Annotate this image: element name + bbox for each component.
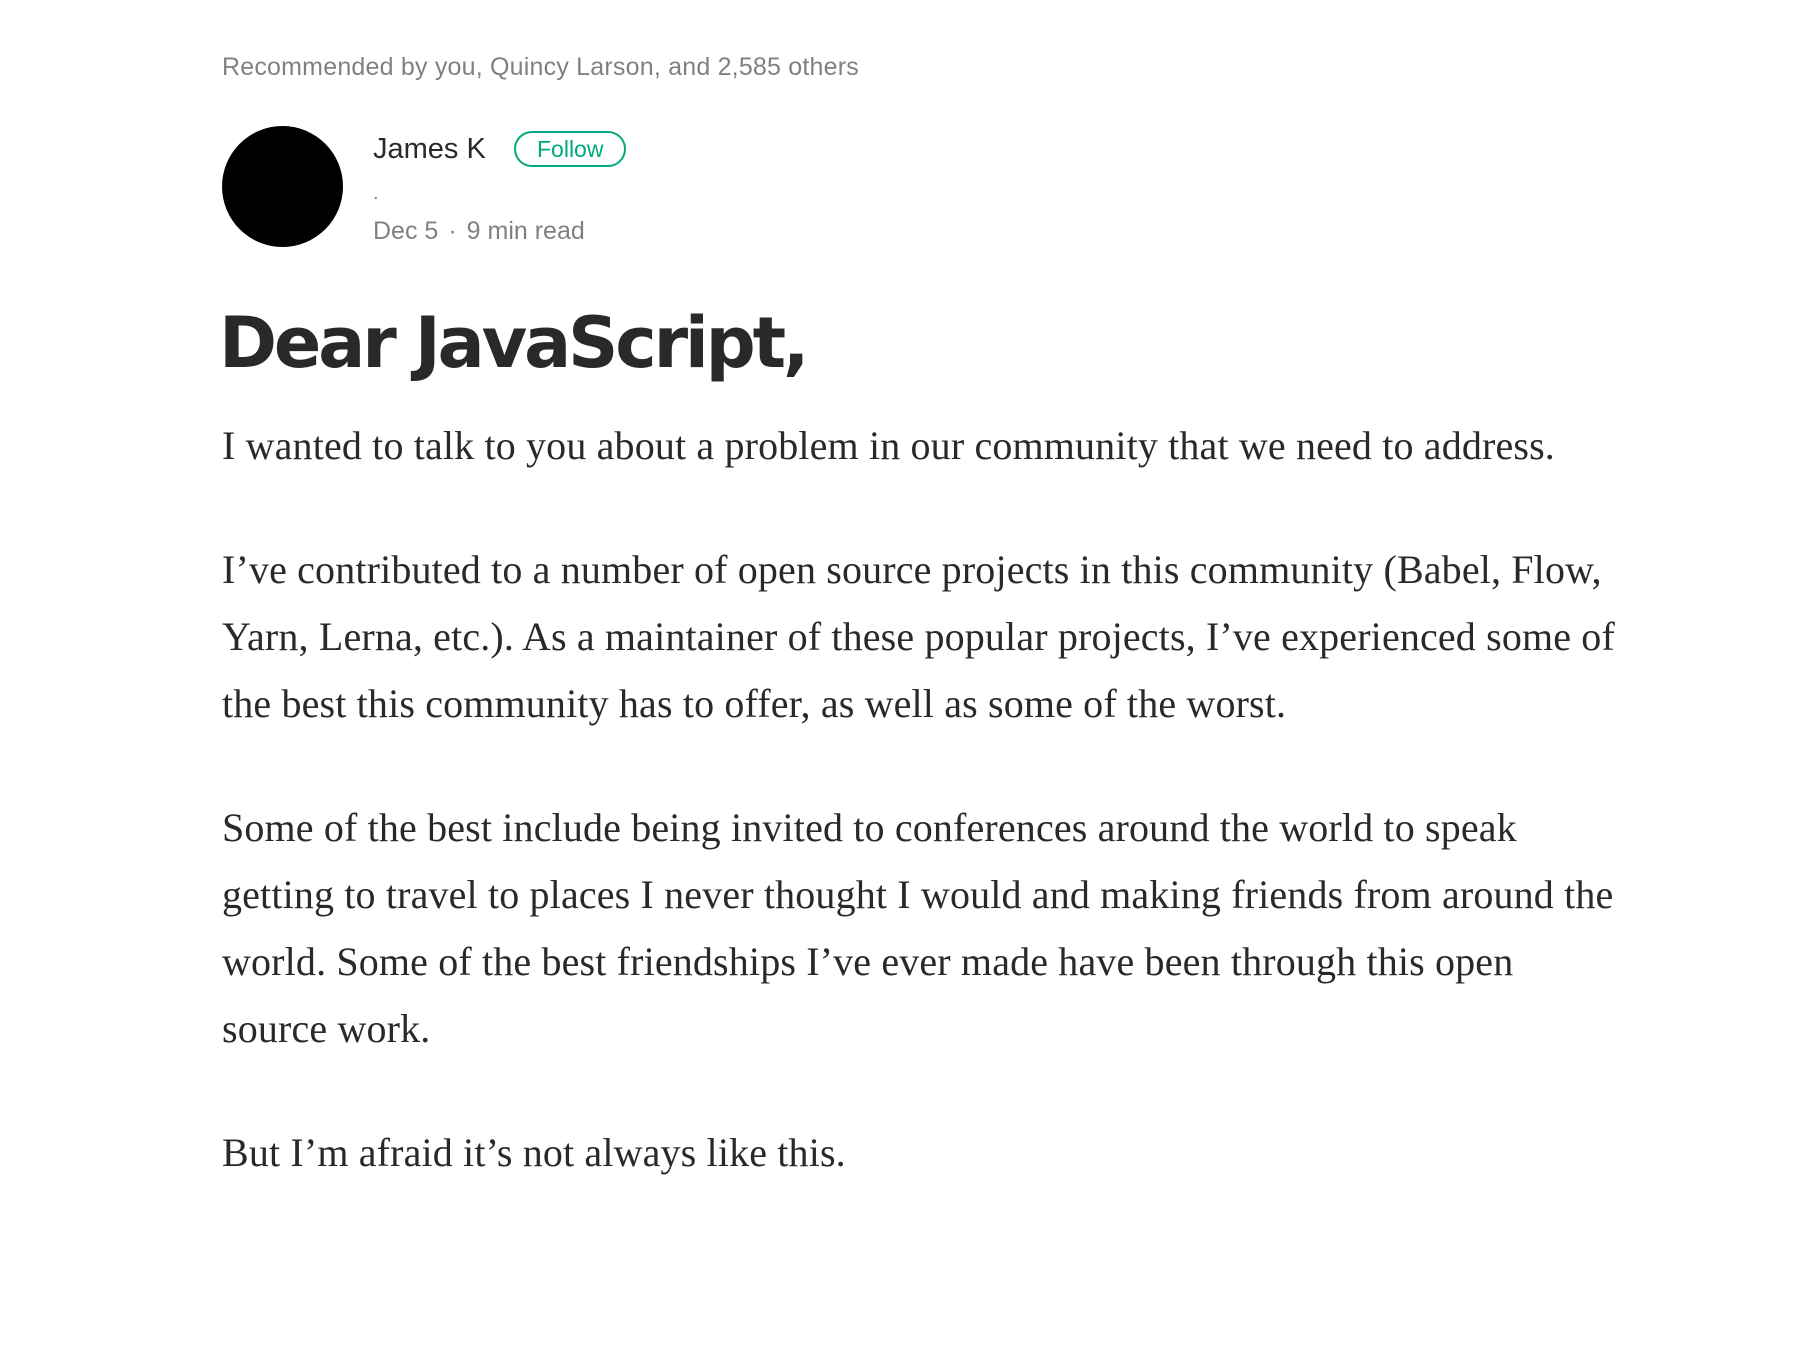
recommended-by-text[interactable]: Recommended by you, Quincy Larson, and 2… (222, 53, 859, 82)
author-name-link[interactable]: James K (373, 133, 486, 166)
author-avatar[interactable] (222, 126, 343, 247)
body-paragraph: But I’m afraid it’s not always like this… (222, 1130, 846, 1175)
body-paragraph: I wanted to talk to you about a problem … (222, 423, 1555, 468)
article-body: I wanted to talk to you about a problem … (222, 412, 1622, 1243)
post-meta: Dec 5 · 9 min read (373, 217, 585, 246)
read-time: 9 min read (466, 217, 585, 245)
publish-date[interactable]: Dec 5 (373, 217, 438, 245)
body-paragraph: I’ve contributed to a number of open sou… (222, 547, 1615, 726)
article-title: Dear JavaScript, (219, 302, 809, 384)
body-paragraph: Some of the best include being invited t… (222, 805, 1614, 1051)
author-block: James K Follow . Dec 5 · 9 min read (222, 126, 1122, 251)
follow-button[interactable]: Follow (514, 131, 627, 167)
meta-separator: · (448, 217, 457, 245)
author-bio: . (373, 182, 379, 204)
